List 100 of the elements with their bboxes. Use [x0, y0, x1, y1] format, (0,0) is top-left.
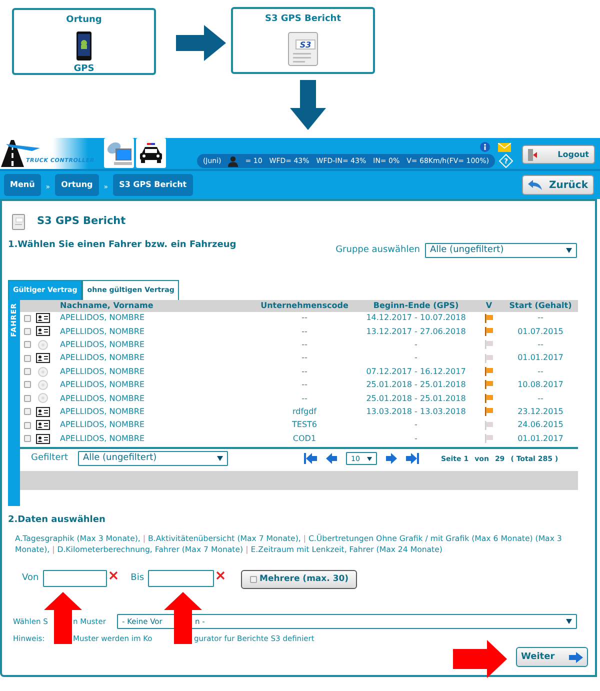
group-label: Gruppe auswählen — [336, 244, 420, 257]
document-icon: S3 — [288, 32, 318, 66]
mail-icon[interactable] — [498, 142, 511, 152]
to-date-field[interactable] — [148, 570, 214, 587]
row-checkbox[interactable] — [24, 422, 30, 429]
first-page-icon[interactable] — [304, 453, 317, 464]
column-header: Beginn-Ende (GPS) — [357, 300, 475, 312]
previous-page-icon[interactable] — [326, 453, 337, 464]
table-cell-text: 23.12.2015 — [516, 406, 564, 418]
driver-name[interactable]: APELLIDOS, NOMBRE — [52, 338, 252, 352]
driver-icon — [228, 156, 238, 166]
row-checkbox[interactable] — [24, 341, 30, 348]
tile-title: S3 GPS Bericht — [264, 13, 341, 26]
column-header: Unternehmenscode — [252, 300, 357, 312]
door-icon — [528, 148, 538, 160]
breadcrumb-link[interactable]: Ortung — [55, 174, 99, 196]
table-cell-text: 10.08.2017 — [516, 379, 564, 392]
table-cell-text: -- — [300, 338, 308, 351]
report-tile[interactable]: S3 GPS Bericht S3 — [231, 7, 375, 74]
to-label: Bis — [130, 572, 144, 585]
table-cell-text: -- — [300, 392, 308, 405]
next-button[interactable]: Weiter — [516, 647, 588, 668]
disc-icon — [38, 366, 48, 377]
id-card-icon — [36, 326, 50, 336]
table-cell-text: 01.01.2017 — [516, 432, 564, 445]
disc-icon — [38, 380, 48, 390]
id-card-icon — [36, 406, 50, 417]
caret-icon — [216, 456, 223, 462]
table-cell-text: 24.06.2015 — [516, 419, 564, 432]
table-cell-text: - — [414, 419, 418, 432]
table-cell-text: TEST6 — [291, 419, 318, 432]
row-checkbox[interactable] — [24, 381, 30, 388]
logout-button[interactable]: Logout — [522, 145, 595, 164]
pointer-arrow — [453, 640, 507, 678]
tile-caption: GPS — [74, 62, 94, 76]
satellite-computer-icon[interactable] — [104, 138, 134, 168]
multiple-button[interactable]: Mehrere (max. 30) — [241, 570, 358, 589]
filter-label: Gefiltert — [31, 452, 68, 466]
tile-title: Ortung — [66, 14, 102, 27]
row-checkbox[interactable] — [24, 328, 30, 335]
page-title: S3 GPS Bericht — [37, 214, 126, 230]
column-header: Start (Gehalt) — [503, 300, 578, 312]
back-button[interactable]: Zurück — [522, 175, 594, 195]
table-cell-text: - — [414, 352, 418, 364]
row-checkbox[interactable] — [24, 408, 30, 416]
id-card-icon — [36, 420, 50, 430]
table-cell-text: rdfgdf — [291, 406, 318, 418]
table-cell-text: -- — [536, 392, 544, 405]
caret-icon — [366, 456, 372, 461]
section-heading: 2.Daten auswählen — [8, 514, 106, 526]
caret-icon — [566, 248, 572, 253]
breadcrumb-link[interactable]: Menü — [4, 174, 41, 196]
driver-name[interactable]: APELLIDOS, NOMBRE — [52, 365, 252, 378]
last-page-icon[interactable] — [406, 453, 419, 464]
row-checkbox[interactable] — [24, 435, 30, 442]
table-cell-text: -- — [300, 379, 308, 392]
back-arrow-icon — [528, 180, 542, 190]
document-icon — [12, 214, 25, 230]
table-cell-text: 13.03.2018 - 13.03.2018 — [365, 406, 467, 418]
driver-name[interactable]: APELLIDOS, NOMBRE — [52, 405, 252, 419]
table-cell-text: -- — [300, 366, 308, 378]
flow-arrow — [176, 25, 226, 61]
clear-icon[interactable] — [108, 571, 118, 580]
table-cell-text: 01.01.2017 — [516, 352, 564, 364]
table-cell: -- — [252, 312, 357, 325]
section-heading: 1.Wählen Sie einen Fahrer bzw. ein Fahrzeug — [8, 239, 236, 252]
filter-select[interactable]: Alle (ungefiltert) — [78, 451, 228, 466]
table-cell-text: - — [414, 432, 418, 445]
smartphone-icon — [76, 30, 92, 60]
police-car-icon[interactable] — [136, 138, 166, 168]
disc-icon — [38, 340, 48, 350]
disc-icon — [38, 393, 48, 404]
id-card-icon — [36, 434, 50, 444]
id-card-icon — [36, 313, 50, 323]
arrow-right-icon — [569, 652, 583, 663]
driver-name[interactable]: APELLIDOS, NOMBRE — [52, 324, 252, 338]
driver-name[interactable]: APELLIDOS, NOMBRE — [52, 312, 252, 325]
ortung-tile[interactable]: Ortung GPS — [12, 8, 156, 75]
driver-name[interactable]: APELLIDOS, NOMBRE — [52, 378, 252, 392]
info-icon[interactable] — [480, 142, 490, 152]
driver-name[interactable]: APELLIDOS, NOMBRE — [52, 418, 252, 432]
row-checkbox[interactable] — [24, 314, 30, 322]
breadcrumb-link[interactable]: S3 GPS Bericht — [113, 174, 193, 196]
table-cell-text: 01.07.2015 — [516, 326, 564, 338]
table-cell-text: 13.12.2017 - 27.06.2018 — [365, 326, 467, 338]
table-cell: -- — [503, 312, 578, 325]
driver-name[interactable]: APELLIDOS, NOMBRE — [52, 432, 252, 446]
table-cell-text: - — [414, 338, 418, 351]
table-cell-text: 25.01.2018 - 25.01.2018 — [365, 379, 467, 392]
clear-icon[interactable] — [216, 571, 226, 580]
next-page-icon[interactable] — [386, 453, 397, 464]
driver-name[interactable]: APELLIDOS, NOMBRE — [52, 392, 252, 406]
group-select[interactable]: Alle (ungefiltert) — [425, 243, 577, 258]
table-cell-text: COD1 — [292, 432, 318, 445]
row-checkbox[interactable] — [24, 394, 30, 402]
table-cell-text: 25.01.2018 - 25.01.2018 — [365, 392, 467, 405]
row-checkbox[interactable] — [24, 368, 30, 376]
driver-name[interactable]: APELLIDOS, NOMBRE — [52, 352, 252, 366]
row-checkbox[interactable] — [24, 354, 30, 362]
from-date-field[interactable] — [42, 570, 107, 587]
